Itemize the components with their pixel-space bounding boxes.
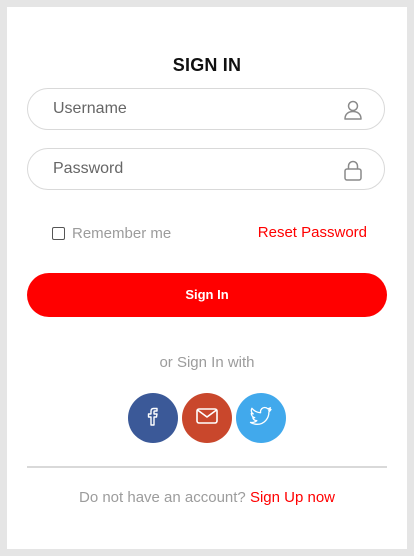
email-button[interactable]	[182, 393, 232, 443]
page-title: SIGN IN	[172, 55, 242, 75]
remember-me-checkbox[interactable]	[52, 226, 65, 240]
lock-icon	[342, 159, 364, 181]
username-field[interactable]	[27, 88, 385, 130]
reset-password-link[interactable]: Reset Password	[258, 224, 367, 241]
username-input[interactable]	[53, 99, 323, 119]
sign-up-question: Do not have an account?	[78, 489, 246, 506]
facebook-icon	[143, 404, 163, 433]
sign-in-button[interactable]: Sign In	[27, 273, 387, 317]
user-icon	[342, 99, 364, 121]
twitter-icon	[249, 405, 273, 432]
remember-me-label: Remember me	[72, 224, 172, 242]
remember-me[interactable]: Remember me	[52, 224, 171, 242]
mail-icon	[195, 406, 219, 431]
sign-in-card: SIGN IN Remember me Reset Password Sign …	[7, 7, 407, 549]
sign-up-prompt: Do not have an account? Sign Up now	[7, 489, 407, 506]
sign-up-link[interactable]: Sign Up now	[250, 489, 335, 506]
password-field[interactable]	[27, 148, 385, 190]
facebook-button[interactable]	[128, 393, 178, 443]
divider	[27, 466, 387, 468]
password-input[interactable]	[53, 159, 323, 179]
social-sign-in-prompt: or Sign In with	[159, 354, 255, 371]
twitter-button[interactable]	[236, 393, 286, 443]
